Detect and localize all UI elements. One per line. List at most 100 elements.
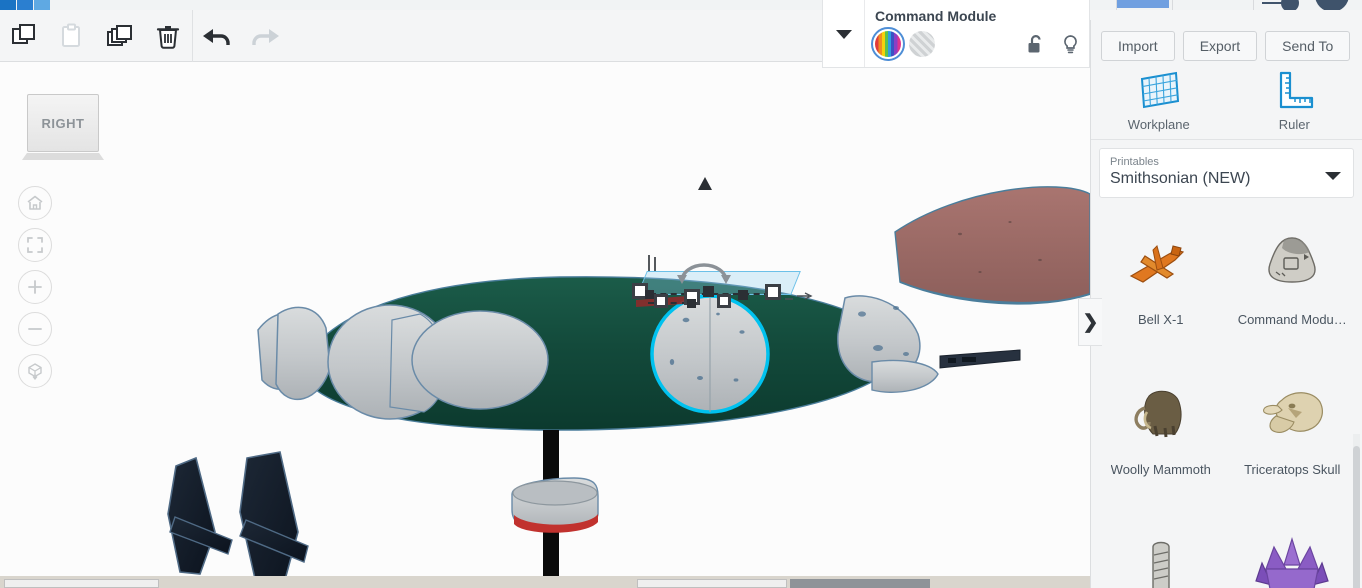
capsule-gray-icon bbox=[1268, 237, 1316, 283]
tab-separator bbox=[1253, 0, 1254, 10]
design-canvas[interactable]: RIGHT bbox=[0, 62, 1090, 580]
zoom-in-button[interactable] bbox=[18, 270, 52, 304]
mammoth-brown-icon bbox=[1134, 390, 1182, 438]
undo-arrow-icon bbox=[203, 29, 230, 45]
shape-thumbnail bbox=[1115, 520, 1207, 588]
ruler-icon bbox=[1280, 71, 1314, 109]
hole-swatch[interactable] bbox=[909, 31, 935, 57]
zoom-out-button[interactable] bbox=[18, 312, 52, 346]
library-selected-value: Smithsonian (NEW) bbox=[1110, 170, 1251, 187]
library-category-label: Printables bbox=[1110, 156, 1159, 168]
duplicate-icon bbox=[107, 25, 132, 46]
cube-perspective-icon bbox=[28, 363, 42, 380]
home-view-button[interactable] bbox=[18, 186, 52, 220]
object-title: Command Module bbox=[875, 8, 997, 24]
shape-thumbnail bbox=[1115, 220, 1207, 306]
chevron-down-icon bbox=[835, 29, 852, 39]
paste-button[interactable] bbox=[48, 10, 96, 62]
trash-icon bbox=[156, 26, 180, 49]
panel-collapse-tab[interactable]: ❯ bbox=[1078, 298, 1102, 346]
object-properties-panel: Command Module bbox=[822, 0, 1090, 68]
light-toggle-button[interactable] bbox=[1062, 34, 1079, 60]
active-tab-indicator[interactable] bbox=[1117, 0, 1169, 8]
fit-to-view-button[interactable] bbox=[18, 228, 52, 262]
home-icon bbox=[27, 195, 43, 210]
minus-icon bbox=[28, 328, 42, 330]
scale-handle-dark[interactable] bbox=[645, 290, 654, 299]
menu-line-icon bbox=[1262, 2, 1282, 4]
tinkercad-editor-window: Import Export Send To RIGHT Command Modu… bbox=[0, 0, 1362, 588]
library-select-wrapper: Printables Smithsonian (NEW) bbox=[1091, 140, 1362, 198]
export-button[interactable]: Export bbox=[1182, 31, 1258, 61]
3d-model-render bbox=[167, 186, 1090, 580]
workplane-tool[interactable]: Workplane bbox=[1091, 62, 1227, 139]
delete-button[interactable] bbox=[144, 10, 192, 62]
duplicate-button[interactable] bbox=[96, 10, 144, 62]
object-panel-collapse-button[interactable] bbox=[823, 0, 865, 67]
shape-triceratops-skull[interactable]: Triceratops Skull bbox=[1227, 356, 1359, 506]
shape-column-fragment[interactable] bbox=[1095, 506, 1227, 588]
skull-tan-icon bbox=[1263, 392, 1324, 433]
rotate-handle-icon[interactable] bbox=[676, 259, 732, 285]
shape-thumbnail bbox=[1246, 370, 1338, 456]
shape-label: Command Modu… bbox=[1237, 312, 1347, 327]
scale-handle[interactable] bbox=[654, 294, 668, 308]
browser-tab-1[interactable] bbox=[0, 0, 16, 10]
ortho-perspective-toggle[interactable] bbox=[18, 354, 52, 388]
shapes-grid: Bell X-1 Command Modu… Woolly Mammoth Tr… bbox=[1091, 198, 1362, 588]
scale-handle-dark[interactable] bbox=[703, 286, 714, 297]
ruler-tool-label: Ruler bbox=[1278, 117, 1310, 132]
view-cube[interactable]: RIGHT bbox=[27, 94, 99, 152]
plus-icon bbox=[28, 280, 42, 294]
chevron-down-icon bbox=[1325, 172, 1341, 180]
solid-color-swatch[interactable] bbox=[871, 27, 905, 61]
paste-icon bbox=[62, 23, 80, 47]
column-gray-icon bbox=[1152, 541, 1170, 588]
shape-thumbnail bbox=[1115, 370, 1207, 456]
browser-tab-2[interactable] bbox=[17, 0, 33, 10]
unlock-button[interactable] bbox=[1027, 34, 1044, 60]
import-button[interactable]: Import bbox=[1101, 31, 1175, 61]
airplane-orange-icon bbox=[1129, 245, 1184, 283]
scrollbar-track-segment[interactable] bbox=[4, 579, 159, 588]
scale-handle[interactable] bbox=[765, 284, 781, 300]
workplane-grid-icon bbox=[1140, 71, 1179, 109]
fit-frame-icon bbox=[27, 237, 43, 253]
panel-scrollbar[interactable] bbox=[1353, 446, 1360, 588]
shape-label: Triceratops Skull bbox=[1244, 462, 1341, 477]
panel-tools-row: Workplane Ruler bbox=[1091, 62, 1362, 140]
tab-separator bbox=[1172, 0, 1173, 10]
shape-command-module[interactable]: Command Modu… bbox=[1227, 206, 1359, 356]
copy-icon bbox=[12, 24, 35, 44]
lightbulb-icon bbox=[1064, 35, 1077, 54]
shape-label: Bell X-1 bbox=[1137, 312, 1184, 327]
shapes-panel: Workplane Ruler Printables Smithsonian (… bbox=[1090, 62, 1362, 588]
view-cube-base bbox=[22, 153, 104, 160]
workplane-marker-icon bbox=[698, 177, 712, 190]
browser-tab-strip bbox=[0, 0, 1362, 12]
shape-woolly-mammoth[interactable]: Woolly Mammoth bbox=[1095, 356, 1227, 506]
scrollbar-thumb[interactable] bbox=[790, 579, 930, 588]
scale-handle[interactable] bbox=[717, 294, 731, 308]
send-to-button[interactable]: Send To bbox=[1265, 31, 1351, 61]
undo-button[interactable] bbox=[193, 10, 241, 62]
horizontal-scrollbar[interactable] bbox=[0, 576, 1090, 588]
crystal-purple-icon bbox=[1255, 536, 1330, 588]
ruler-tool[interactable]: Ruler bbox=[1227, 62, 1362, 139]
browser-tab-3[interactable] bbox=[34, 0, 50, 10]
unlock-icon bbox=[1028, 35, 1041, 53]
gizmo-arrow-hint bbox=[785, 292, 813, 300]
redo-arrow-icon bbox=[252, 29, 279, 45]
scale-handle-dark[interactable] bbox=[687, 299, 696, 308]
copy-button[interactable] bbox=[0, 10, 48, 62]
library-select[interactable]: Printables Smithsonian (NEW) bbox=[1099, 148, 1354, 198]
scrollbar-track-segment[interactable] bbox=[637, 579, 787, 588]
shape-bell-x-1[interactable]: Bell X-1 bbox=[1095, 206, 1227, 356]
workplane-tool-label: Workplane bbox=[1127, 117, 1190, 132]
scale-handle-dark[interactable] bbox=[738, 290, 748, 300]
redo-button[interactable] bbox=[241, 10, 289, 62]
shape-amethyst-crystal[interactable] bbox=[1227, 506, 1359, 588]
main-toolbar: Import Export Send To bbox=[0, 10, 1362, 72]
shape-thumbnail bbox=[1246, 220, 1338, 306]
shape-thumbnail bbox=[1246, 520, 1338, 588]
